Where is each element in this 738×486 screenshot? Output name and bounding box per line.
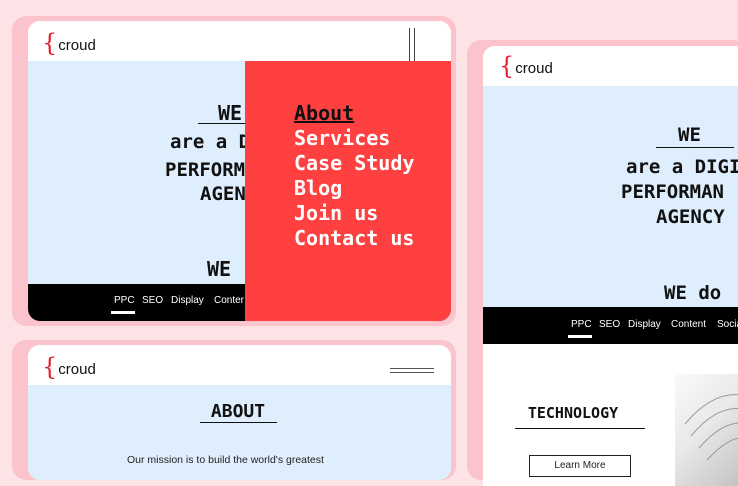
- menu-item-join-us[interactable]: Join us: [294, 201, 378, 225]
- service-nav: PPC SEO Display Content Socia: [483, 307, 738, 344]
- nav-social[interactable]: Socia: [717, 319, 738, 330]
- menu-icon-bar: [390, 372, 434, 373]
- logo-mark-icon: {: [42, 353, 58, 381]
- nav-display[interactable]: Display: [171, 295, 204, 306]
- headline-underline: [656, 147, 734, 148]
- about-section: ABOUT Our mission is to build the world'…: [28, 385, 451, 480]
- nav-content[interactable]: Conter: [214, 295, 244, 306]
- close-menu-icon[interactable]: [409, 28, 410, 61]
- technology-title-underline: [515, 428, 645, 429]
- about-title: ABOUT: [210, 401, 266, 422]
- close-menu-icon-bar: [414, 28, 415, 61]
- screen3-header: { croud: [483, 46, 738, 86]
- menu-item-services[interactable]: Services: [294, 126, 390, 150]
- headline-line-3: PERFORM: [165, 159, 246, 181]
- menu-item-case-study[interactable]: Case Study: [294, 151, 414, 175]
- arc-graphic-icon: [684, 394, 738, 461]
- logo-text: croud: [58, 361, 96, 378]
- menu-item-contact-us[interactable]: Contact us: [294, 226, 414, 250]
- screen3-card: { croud WE are a DIGIT PERFORMAN AGENCY …: [483, 46, 738, 486]
- croud-logo[interactable]: { croud: [499, 54, 553, 78]
- subhead-we: WE: [207, 257, 232, 281]
- headline-we: WE: [678, 124, 701, 146]
- hero-section: WE are a DIGIT PERFORMAN AGENCY WE do: [483, 86, 738, 307]
- logo-text: croud: [58, 37, 96, 54]
- screen1-header: { croud: [28, 21, 451, 61]
- screen1-card: { croud WE are a DI PERFORM AGEN WE PPC …: [28, 21, 451, 321]
- nav-active-indicator: [568, 335, 592, 338]
- headline-line-2: are a DIGIT: [626, 156, 738, 178]
- nav-content[interactable]: Content: [671, 319, 706, 330]
- technology-title: TECHNOLOGY: [527, 404, 619, 422]
- learn-more-button[interactable]: Learn More: [529, 455, 631, 477]
- menu-item-blog[interactable]: Blog: [294, 176, 342, 200]
- nav-ppc[interactable]: PPC: [571, 319, 592, 330]
- headline-line-3: PERFORMAN: [621, 181, 724, 203]
- subhead-we-do: WE do: [664, 282, 722, 304]
- mission-text: Our mission is to build the world's grea…: [127, 454, 324, 466]
- technology-section: TECHNOLOGY Learn More: [483, 344, 738, 486]
- logo-text: croud: [515, 60, 553, 77]
- croud-logo[interactable]: { croud: [42, 355, 96, 379]
- menu-item-about[interactable]: About: [294, 101, 354, 125]
- nav-active-indicator: [111, 311, 135, 314]
- logo-mark-icon: {: [499, 52, 515, 80]
- headline-line-4: AGENCY: [656, 206, 725, 228]
- technology-image: [675, 374, 738, 486]
- screen2-header: { croud: [28, 345, 451, 385]
- menu-icon[interactable]: [390, 368, 434, 369]
- nav-ppc[interactable]: PPC: [114, 295, 135, 306]
- nav-seo[interactable]: SEO: [599, 319, 620, 330]
- screen2-card: { croud ABOUT Our mission is to build th…: [28, 345, 451, 480]
- headline-line-4: AGEN: [200, 183, 246, 205]
- about-title-underline: [200, 422, 277, 423]
- menu-overlay: About Services Case Study Blog Join us C…: [245, 61, 451, 321]
- logo-mark-icon: {: [42, 29, 58, 57]
- nav-seo[interactable]: SEO: [142, 295, 163, 306]
- croud-logo[interactable]: { croud: [42, 31, 96, 55]
- nav-display[interactable]: Display: [628, 319, 661, 330]
